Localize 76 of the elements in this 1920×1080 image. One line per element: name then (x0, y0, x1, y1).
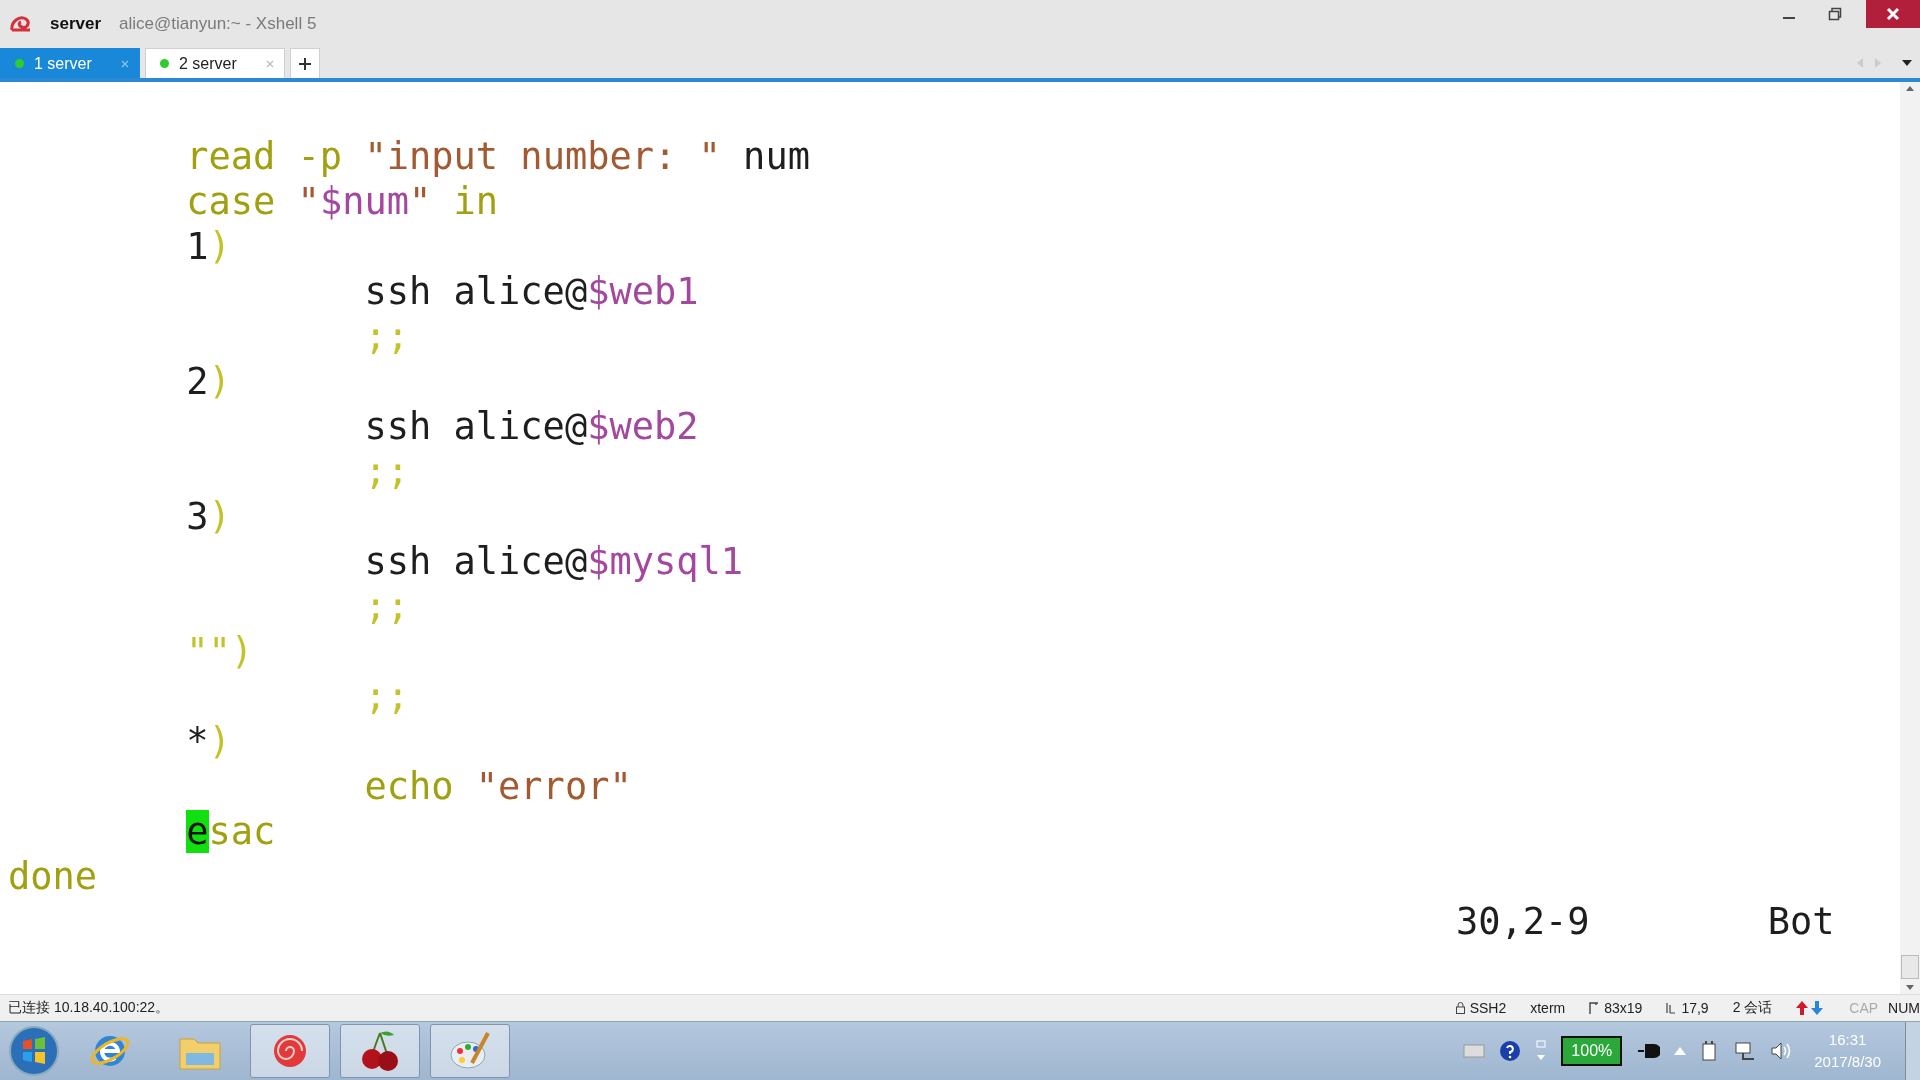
dropdown-caret-icon[interactable] (1902, 60, 1912, 66)
lock-icon (1455, 1002, 1465, 1014)
code-text: $num (319, 180, 409, 223)
close-icon[interactable] (266, 59, 274, 68)
code-text: $web2 (587, 405, 699, 448)
size-icon (1589, 1002, 1600, 1014)
scroll-position: Bot (1767, 899, 1835, 944)
code-text: echo (363, 765, 455, 808)
scroll-up-icon[interactable] (1906, 86, 1914, 91)
code-text: ) (208, 225, 231, 268)
show-desktop-button[interactable] (1905, 1022, 1920, 1080)
code-text: $mysql1 (587, 540, 744, 583)
code-text: ;; (363, 315, 409, 358)
status-text: xterm (1530, 1000, 1566, 1016)
code-text: done (8, 855, 98, 898)
download-arrow-icon (1811, 1001, 1824, 1015)
session-tab[interactable]: 2 server (145, 48, 285, 78)
code-text: read -p (185, 135, 344, 178)
battery-indicator[interactable]: 100% (1561, 1036, 1623, 1066)
clock[interactable]: 16:31 2017/8/30 (1814, 1029, 1881, 1073)
code-text: ;; (363, 585, 409, 628)
code-text: * (185, 720, 209, 763)
window-subtitle: alice@tianyun:~ - Xshell 5 (119, 14, 317, 34)
connection-status: 已连接 10.18.40.100:22。 (8, 999, 170, 1017)
key-indicator: CAP (1849, 1000, 1879, 1016)
code-text: ) (208, 495, 231, 538)
session-tab[interactable]: 1 server (0, 48, 140, 78)
code-text: $web1 (587, 270, 699, 313)
code-text: ;; (363, 450, 409, 493)
code-text: "error" (475, 765, 632, 808)
code-text: "input number: " (364, 135, 721, 178)
status-text: 83x19 (1604, 1000, 1643, 1016)
start-button[interactable] (8, 1025, 60, 1077)
taskbar-button[interactable] (250, 1024, 330, 1078)
power-plug-icon[interactable] (1636, 1042, 1661, 1060)
code-text: " (297, 180, 320, 223)
code-text: 1 (185, 225, 209, 268)
taskbar-button[interactable] (340, 1024, 420, 1078)
code-text: 3 (185, 495, 209, 538)
close-icon (1886, 7, 1900, 21)
code-text: " (409, 180, 432, 223)
minimize-icon (1783, 17, 1795, 19)
new-tab-button[interactable] (290, 48, 320, 78)
code-text: in (452, 180, 499, 223)
volume-icon[interactable] (1770, 1041, 1793, 1061)
code-text: num (742, 135, 810, 178)
code-text: ) (208, 720, 231, 763)
code-text: 2 (185, 360, 209, 403)
snail-logo-icon (10, 15, 32, 33)
cursor-character: e (186, 810, 209, 853)
window-title: server (50, 14, 102, 34)
status-text: 2 会话 (1732, 999, 1773, 1017)
code-text: sac (208, 810, 276, 853)
cursor-position: 30,2-9 (1455, 899, 1591, 944)
language-bar-icon[interactable] (1535, 1040, 1548, 1062)
code-text: ssh alice@ (363, 540, 588, 583)
close-button[interactable] (1866, 0, 1920, 28)
scrollbar-thumb[interactable] (1901, 955, 1919, 979)
code-text: ssh alice@ (363, 405, 588, 448)
key-indicator: NUM (1888, 1000, 1920, 1016)
code-text: case (185, 180, 277, 223)
code-text: ;; (363, 675, 409, 718)
upload-arrow-icon (1796, 1001, 1809, 1015)
scroll-down-icon[interactable] (1906, 985, 1914, 990)
code-text: ssh alice@ (363, 270, 588, 313)
status-text: SSH2 (1469, 1000, 1507, 1016)
status-text: 17,9 (1681, 1000, 1709, 1016)
close-icon[interactable] (121, 59, 129, 68)
code-text: ) (208, 360, 231, 403)
restore-icon (1828, 7, 1842, 21)
plus-icon (299, 57, 311, 70)
network-icon[interactable] (1734, 1040, 1757, 1062)
help-icon[interactable] (1499, 1040, 1522, 1062)
taskbar-button[interactable] (430, 1024, 510, 1078)
code-text: "") (185, 630, 254, 673)
cursor-position-icon (1666, 1002, 1677, 1014)
